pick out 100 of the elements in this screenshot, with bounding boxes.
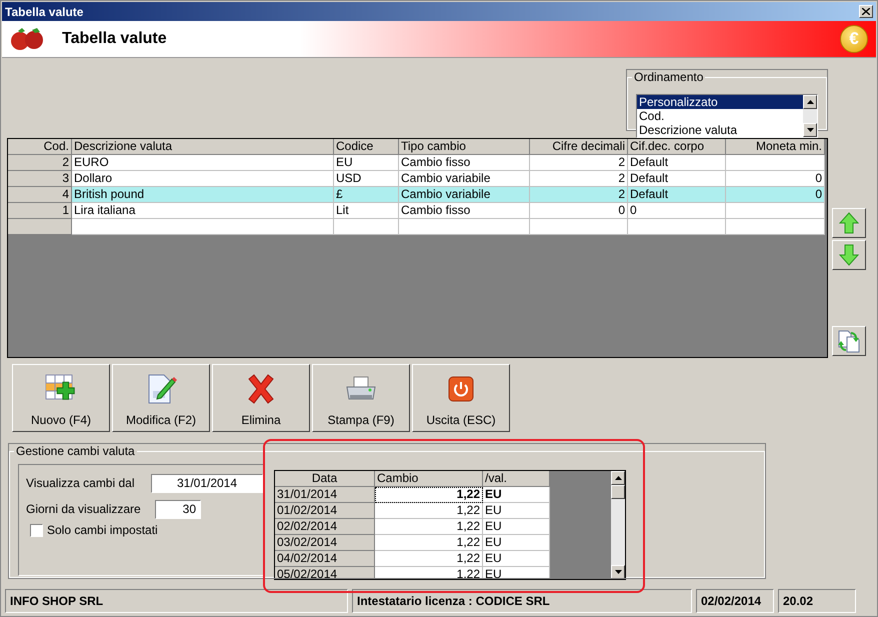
table-row[interactable]: 04/02/2014 1,22 EU xyxy=(275,551,550,567)
row-header: 4 xyxy=(8,187,72,203)
row-header: 2 xyxy=(8,155,72,171)
table-cell: EU xyxy=(483,567,550,579)
row-header: 03/02/2014 xyxy=(275,535,375,551)
row-header: 05/02/2014 xyxy=(275,567,375,579)
table-cell: 0 xyxy=(726,171,825,187)
column-header[interactable]: Descrizione valuta xyxy=(72,139,334,155)
move-up-button[interactable] xyxy=(832,208,866,238)
column-header[interactable]: Tipo cambio xyxy=(399,139,530,155)
euro-coin-icon: € xyxy=(840,25,868,53)
table-cell: USD xyxy=(334,171,399,187)
status-panel: Intestatario licenza : CODICE SRL xyxy=(352,589,692,613)
refresh-button[interactable] xyxy=(832,326,866,356)
table-cell: Cambio fisso xyxy=(399,203,530,219)
checkbox[interactable] xyxy=(30,524,43,536)
column-header[interactable]: Codice xyxy=(334,139,399,155)
group-label: Ordinamento xyxy=(633,70,704,84)
checkbox-label: Solo cambi impostati xyxy=(47,523,158,537)
table-cell: Cambio fisso xyxy=(399,155,530,171)
down-triangle-icon xyxy=(806,128,814,132)
up-triangle-icon xyxy=(806,100,814,104)
toolbar-button[interactable]: Elimina xyxy=(212,364,310,432)
toolbar-button[interactable]: Modifica (F2) xyxy=(112,364,210,432)
row-header: 31/01/2014 xyxy=(275,487,375,503)
table-cell: 0 xyxy=(726,187,825,203)
scroll-up-button[interactable] xyxy=(611,471,625,485)
days-field[interactable]: 30 xyxy=(155,500,201,518)
list-item[interactable]: Cod. xyxy=(637,109,803,123)
column-header[interactable]: Moneta min. xyxy=(726,139,825,155)
table-cell: £ xyxy=(334,187,399,203)
sort-listbox[interactable]: Personalizzato Cod. Descrizione valuta xyxy=(636,94,818,138)
table-cell: 2 xyxy=(530,171,628,187)
status-panel: 20.02 xyxy=(778,589,856,613)
column-header[interactable]: Data xyxy=(275,471,375,487)
toolbar-button[interactable]: Stampa (F9) xyxy=(312,364,410,432)
down-arrow-icon xyxy=(839,244,859,266)
table-row[interactable]: 3 Dollaro USD Cambio variabile 2 Default 0 xyxy=(8,171,827,187)
field-label: Visualizza cambi dal xyxy=(26,476,136,490)
table-cell: Default xyxy=(628,155,726,171)
table-cell: Cambio variabile xyxy=(399,187,530,203)
table-cell: 1,22 xyxy=(375,487,483,503)
table-row[interactable]: 31/01/2014 1,22 EU xyxy=(275,487,550,503)
table-cell: 0 xyxy=(530,203,628,219)
group-label: Gestione cambi valuta xyxy=(15,444,136,458)
row-header: 1 xyxy=(8,203,72,219)
list-item[interactable]: Personalizzato xyxy=(637,95,803,109)
column-header[interactable]: Cif.dec. corpo xyxy=(628,139,726,155)
table-cell: EURO xyxy=(72,155,334,171)
table-cell: Default xyxy=(628,187,726,203)
table-cell: EU xyxy=(483,487,550,503)
table-cell: EU xyxy=(483,503,550,519)
down-triangle-icon xyxy=(614,570,622,574)
column-header[interactable]: Cod. xyxy=(8,139,72,155)
toolbar-button[interactable]: Uscita (ESC) xyxy=(412,364,510,432)
table-cell: EU xyxy=(483,551,550,567)
table-row[interactable]: 1 Lira italiana Lit Cambio fisso 0 0 xyxy=(8,203,827,219)
list-item[interactable]: Descrizione valuta xyxy=(637,123,803,137)
table-cell: Lira italiana xyxy=(72,203,334,219)
date-field[interactable]: 31/01/2014 xyxy=(151,474,263,492)
row-header: 01/02/2014 xyxy=(275,503,375,519)
up-triangle-icon xyxy=(614,476,622,480)
column-header[interactable]: /val. xyxy=(483,471,550,487)
status-panel: INFO SHOP SRL xyxy=(5,589,348,613)
scrollbar[interactable] xyxy=(611,471,625,579)
table-row[interactable]: 2 EURO EU Cambio fisso 2 Default xyxy=(8,155,827,171)
table-cell: 1,22 xyxy=(375,551,483,567)
column-header[interactable]: Cifre decimali xyxy=(530,139,628,155)
scroll-down-button[interactable] xyxy=(803,123,817,137)
table-row[interactable]: 02/02/2014 1,22 EU xyxy=(275,519,550,535)
move-down-button[interactable] xyxy=(832,240,866,270)
row-header: 3 xyxy=(8,171,72,187)
pages-arrows-icon xyxy=(837,329,861,353)
scroll-up-button[interactable] xyxy=(803,95,817,109)
table-cell: Cambio variabile xyxy=(399,171,530,187)
scroll-down-button[interactable] xyxy=(611,565,625,579)
row-header: 04/02/2014 xyxy=(275,551,375,567)
column-header[interactable]: Cambio xyxy=(375,471,483,487)
field-label: Giorni da visualizzare xyxy=(26,502,142,516)
table-cell: EU xyxy=(334,155,399,171)
table-row[interactable]: 01/02/2014 1,22 EU xyxy=(275,503,550,519)
window-title: Tabella valute xyxy=(5,4,84,18)
table-cell: Dollaro xyxy=(72,171,334,187)
table-row[interactable]: 03/02/2014 1,22 EU xyxy=(275,535,550,551)
scroll-thumb[interactable] xyxy=(611,485,625,499)
close-icon xyxy=(862,8,870,15)
strawberries-icon xyxy=(10,26,46,52)
scrollbar[interactable] xyxy=(803,95,817,137)
table-cell: Default xyxy=(628,171,726,187)
status-panel: 02/02/2014 xyxy=(696,589,774,613)
header-title: Tabella valute xyxy=(62,30,168,48)
table-cell: EU xyxy=(483,535,550,551)
table-row[interactable]: 4 British pound £ Cambio variabile 2 Default 0 xyxy=(8,187,827,203)
table-cell: Lit xyxy=(334,203,399,219)
table-cell: EU xyxy=(483,519,550,535)
row-header: 02/02/2014 xyxy=(275,519,375,535)
table-cell: 0 xyxy=(628,203,726,219)
close-button[interactable] xyxy=(859,5,873,18)
table-cell: 1,22 xyxy=(375,503,483,519)
toolbar-button[interactable]: Nuovo (F4) xyxy=(12,364,110,432)
